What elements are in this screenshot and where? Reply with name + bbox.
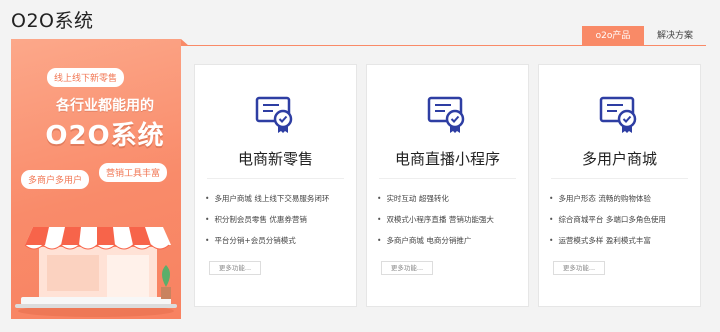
card-divider <box>379 178 516 179</box>
feature-item: 双模式小程序直播 营销功能强大 <box>377 215 493 236</box>
certificate-icon <box>599 96 637 133</box>
more-features-button[interactable]: 更多功能... <box>553 261 605 275</box>
tab-solutions[interactable]: 解决方案 <box>644 26 706 46</box>
tab-bar: o2o产品 解决方案 <box>582 26 706 46</box>
feature-item: 多用户形态 流畅的购物体验 <box>549 194 666 215</box>
card-divider <box>207 178 344 179</box>
card-divider <box>551 178 688 179</box>
more-features-button[interactable]: 更多功能... <box>381 261 433 275</box>
promo-heading: 各行业都能用的 <box>56 98 154 114</box>
feature-item: 综合商城平台 多端口多角色使用 <box>549 215 665 236</box>
promo-tag-online-offline: 线上线下新零售 <box>47 68 125 87</box>
feature-item: 多商户商城 电商分销推广 <box>377 236 494 257</box>
feature-item: 运营模式多样 盈利模式丰富 <box>549 236 666 257</box>
page-title: O2O系统 <box>11 10 94 32</box>
card-title: 电商直播小程序 <box>394 150 500 168</box>
feature-item: 多用户商城 线上线下交易服务闭环 <box>205 194 329 215</box>
card-title: 电商新零售 <box>237 150 313 168</box>
card-title: 多用户商城 <box>581 150 657 168</box>
feature-list: 多用户商城 线上线下交易服务闭环 积分制会员零售 优惠券营销 平台分销+会员分销… <box>205 194 329 257</box>
feature-list: 多用户形态 流畅的购物体验 综合商城平台 多端口多角色使用 运营模式多样 盈利模… <box>549 194 666 257</box>
feature-item: 平台分销+会员分销模式 <box>205 236 329 257</box>
feature-list: 实时互动 超强转化 双模式小程序直播 营销功能强大 多商户商城 电商分销推广 <box>377 194 494 257</box>
feature-item: 实时互动 超强转化 <box>377 194 494 215</box>
product-card-live-streaming[interactable]: 电商直播小程序 实时互动 超强转化 双模式小程序直播 营销功能强大 多商户商城 … <box>366 64 529 307</box>
product-card-multi-user-mall[interactable]: 多用户商城 多用户形态 流畅的购物体验 综合商城平台 多端口多角色使用 运营模式… <box>538 64 701 307</box>
storefront-illustration <box>15 227 177 317</box>
promo-tag-marketing-tools: 营销工具丰富 <box>99 163 168 182</box>
promo-banner[interactable]: 线上线下新零售 各行业都能用的 O2O系统 多商户多用户 营销工具丰富 <box>11 39 181 319</box>
certificate-icon <box>255 96 293 133</box>
tab-o2o-product[interactable]: o2o产品 <box>582 26 644 46</box>
feature-item: 积分制会员零售 优惠券营销 <box>205 215 329 236</box>
certificate-icon <box>427 96 465 133</box>
promo-tag-multi-merchant: 多商户多用户 <box>21 170 90 189</box>
promo-big-title: O2O系统 <box>45 121 165 151</box>
product-card-new-retail[interactable]: 电商新零售 多用户商城 线上线下交易服务闭环 积分制会员零售 优惠券营销 平台分… <box>194 64 357 307</box>
more-features-button[interactable]: 更多功能... <box>209 261 261 275</box>
